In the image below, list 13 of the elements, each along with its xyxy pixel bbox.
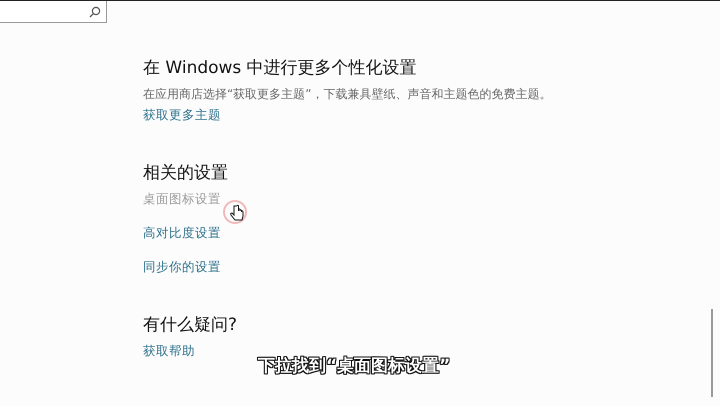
settings-link[interactable]: 高对比度设置: [143, 224, 221, 242]
section-description: 在应用商店选择“获取更多主题”，下载兼具壁纸、声音和主题色的免费主题。: [143, 86, 552, 103]
settings-link[interactable]: 桌面图标设置: [143, 190, 221, 208]
section-heading: 有什么疑问?: [143, 314, 238, 337]
settings-link[interactable]: 获取更多主题: [143, 106, 221, 124]
settings-link[interactable]: 同步你的设置: [143, 258, 221, 276]
subtitle-caption: 下拉找到“桌面图标设置”: [258, 354, 450, 377]
section-heading: 在 Windows 中进行更多个性化设置: [143, 57, 418, 80]
search-icon: [89, 6, 101, 18]
scrollbar[interactable]: [711, 309, 713, 397]
settings-link[interactable]: 获取帮助: [143, 342, 195, 360]
section-heading: 相关的设置: [143, 162, 229, 185]
search-field[interactable]: [0, 1, 107, 23]
